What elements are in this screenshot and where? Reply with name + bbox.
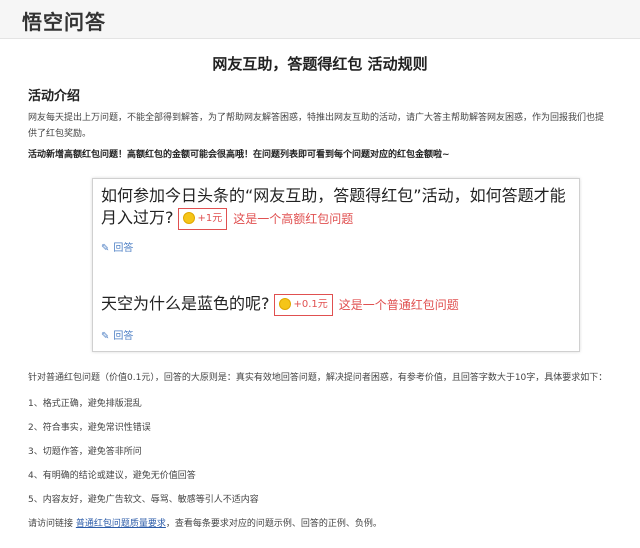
page-title: 网友互助，答题得红包 活动规则: [212, 55, 428, 73]
answer-button-2[interactable]: ✎ 回答: [101, 327, 133, 342]
top-bar: 悟空问答: [0, 0, 640, 39]
pencil-icon: ✎: [101, 331, 110, 342]
main-content: 网友互助，答题得红包 活动规则 活动介绍 网友每天提出上万问题，不能全部得到解答…: [0, 53, 640, 162]
app-logo[interactable]: 悟空问答: [22, 6, 106, 35]
rules-lead: 针对普通红包问题（价值0.1元），回答的大原则是：真实有效地回答问题，解决提问者…: [28, 373, 608, 383]
footer-suffix: ，查看每条要求对应的问题示例、回答的正例、负例。: [165, 519, 382, 529]
answer-label-1: 回答: [113, 243, 134, 254]
rule-item: 5、内容友好，避免广告软文、辱骂、敏感等引人不适内容: [28, 495, 259, 505]
answer-label-2: 回答: [113, 331, 134, 342]
rule-item: 1、格式正确，避免排版混乱: [28, 399, 142, 409]
reward-amount-1: +1元: [197, 212, 223, 224]
pencil-icon: ✎: [101, 243, 110, 254]
rule-item: 4、有明确的结论或建议，避免无价值回答: [28, 471, 196, 481]
coin-icon: [278, 297, 291, 310]
rule-item: 3、切题作答，避免答非所问: [28, 447, 142, 457]
reward-tag-2: +0.1元: [273, 293, 333, 316]
quality-requirements-link[interactable]: 普通红包问题质量要求: [76, 519, 166, 529]
question-2-text[interactable]: 天空为什么是蓝色的呢?: [101, 294, 270, 313]
answer-button-1[interactable]: ✎ 回答: [101, 239, 133, 254]
rules-section: 针对普通红包问题（价值0.1元），回答的大原则是：真实有效地回答问题，解决提问者…: [28, 372, 618, 530]
section-title: 活动介绍: [28, 89, 81, 104]
footer-note: 请访问链接 普通红包问题质量要求，查看每条要求对应的问题示例、回答的正例、负例。: [28, 518, 618, 530]
highlight-text: 活动新增高额红包问题！高额红包的金额可能会很高哦！在问题列表即可看到每个问题对应…: [28, 150, 450, 160]
note-2: 这是一个普通红包问题: [338, 297, 459, 312]
coin-icon: [182, 211, 195, 224]
footer-prefix: 请访问链接: [28, 519, 76, 529]
intro-text: 网友每天提出上万问题，不能全部得到解答，为了帮助网友解答困惑，特推出网友互助的活…: [28, 113, 605, 139]
reward-amount-2: +0.1元: [293, 298, 328, 310]
note-1: 这是一个高额红包问题: [233, 211, 354, 226]
reward-tag-1: +1元: [177, 207, 228, 230]
example-question-1: 如何参加今日头条的“网友互助，答题得红包”活动，如何答题才能月入过万? +1元 这是…: [101, 185, 571, 230]
example-question-2: 天空为什么是蓝色的呢? +0.1元 这是一个普通红包问题: [101, 293, 459, 316]
rule-item: 2、符合事实，避免常识性错误: [28, 423, 151, 433]
example-box: 如何参加今日头条的“网友互助，答题得红包”活动，如何答题才能月入过万? +1元 这是…: [92, 178, 580, 352]
